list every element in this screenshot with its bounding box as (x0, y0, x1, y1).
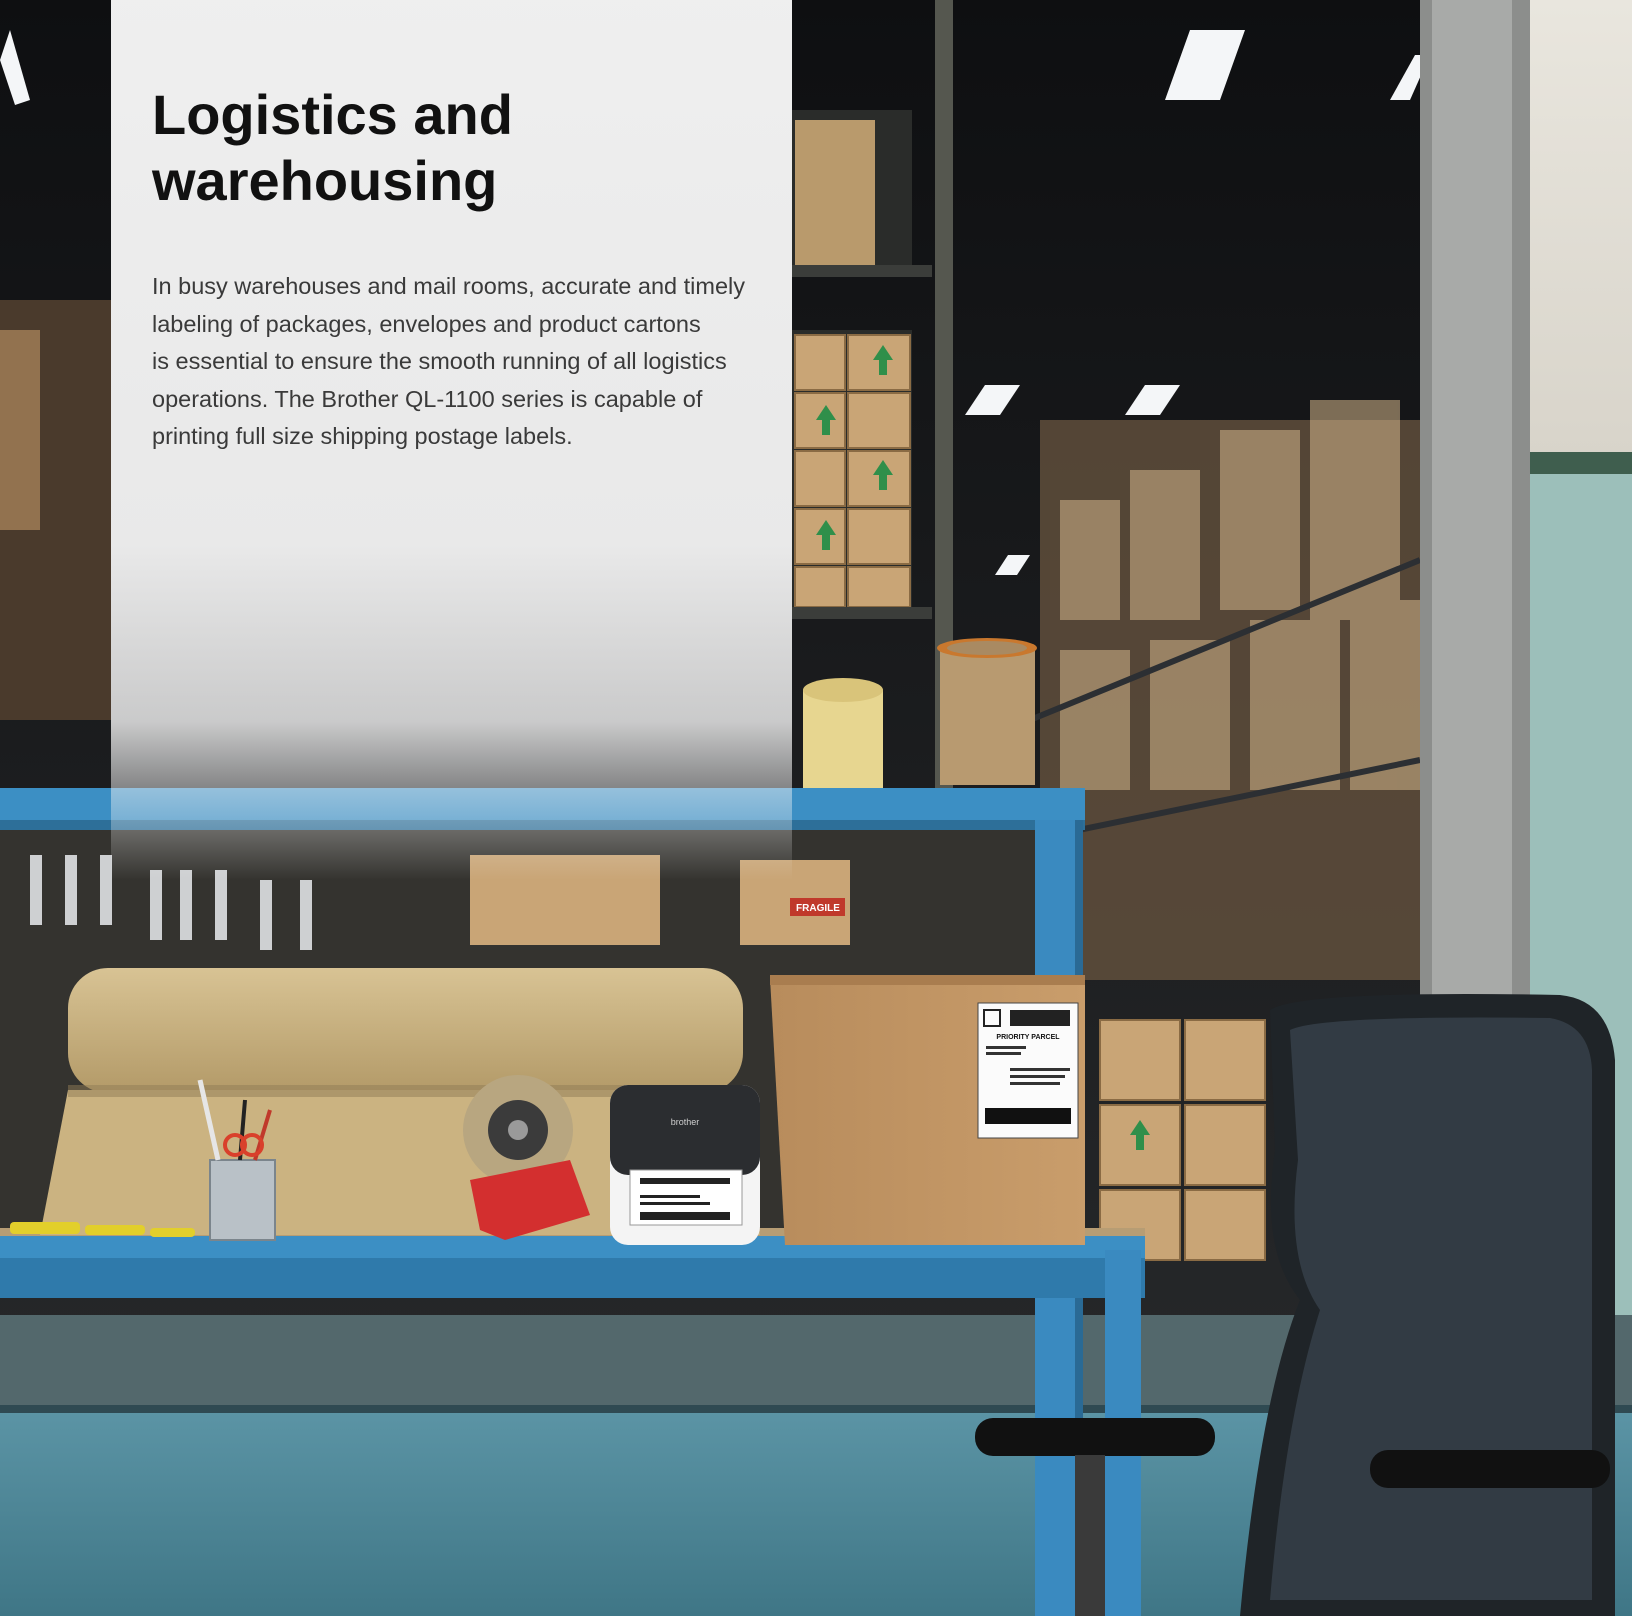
shipping-label-service: PRIORITY PARCEL (996, 1034, 1060, 1041)
cardboard-box: PRIORITY PARCEL (770, 975, 1085, 1245)
intro-paragraph: In busy warehouses and mail rooms, accur… (152, 273, 746, 449)
fragile-sticker: FRAGILE (796, 903, 840, 914)
printer-brand: brother (671, 1117, 700, 1127)
page-title: Logistics and warehousing (152, 83, 513, 212)
label-printer: brother (610, 1085, 760, 1245)
